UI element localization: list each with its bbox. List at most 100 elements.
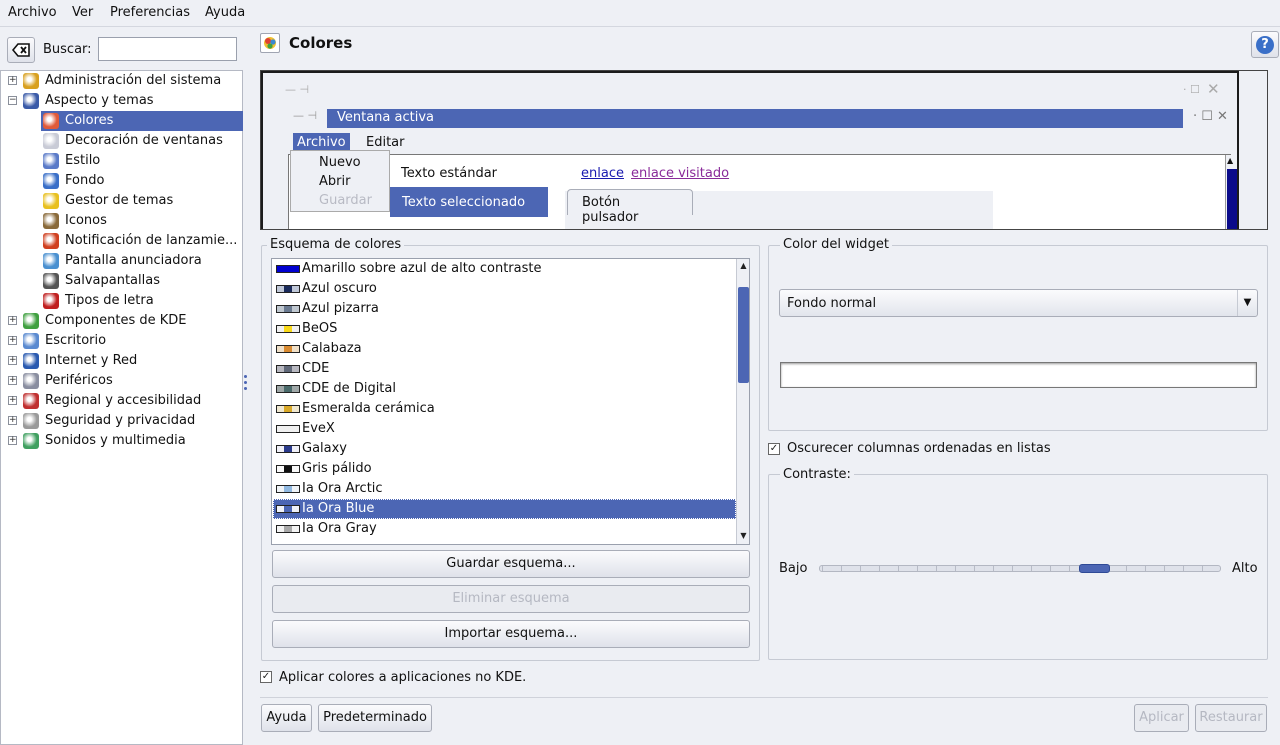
splitter-handle[interactable]: [243, 372, 249, 400]
search-input[interactable]: [98, 37, 237, 61]
tree-item-label: Regional y accesibilidad: [45, 393, 202, 408]
color-preview[interactable]: — ⊣ · ☐ ✕ — ⊣ Ventana activa · ☐ ✕ Archi…: [260, 70, 1268, 230]
scheme-list-item[interactable]: CDE: [273, 359, 736, 379]
tree-item-label: Gestor de temas: [65, 193, 174, 208]
widget-color-button[interactable]: [780, 362, 1257, 388]
tree-item[interactable]: Gestor de temas: [1, 191, 242, 211]
scheme-list-item[interactable]: Calabaza: [273, 339, 736, 359]
delete-scheme-button[interactable]: Eliminar esquema: [272, 585, 750, 613]
theme-manager-icon: [43, 193, 59, 209]
tree-expander-icon[interactable]: +: [8, 316, 17, 325]
reset-button[interactable]: Restaurar: [1195, 704, 1267, 732]
preview-title-buttons-left: — ⊣: [293, 109, 318, 122]
scheme-swatch: [276, 325, 300, 333]
tree-expander-icon[interactable]: +: [8, 336, 17, 345]
menu-ver[interactable]: Ver: [72, 5, 93, 20]
scheme-name: EveX: [302, 421, 335, 436]
help-footer-button[interactable]: Ayuda: [261, 704, 312, 732]
tree-item[interactable]: + Regional y accesibilidad: [1, 391, 242, 411]
tree-expander-icon[interactable]: +: [8, 396, 17, 405]
tree-expander-icon[interactable]: −: [8, 96, 17, 105]
scheme-name: Ia Ora Gray: [302, 521, 377, 536]
chevron-down-icon: ▼: [1237, 290, 1257, 316]
scheme-list-item[interactable]: Ia Ora Gray: [273, 519, 736, 539]
splash-screen-icon: [43, 253, 59, 269]
scroll-down-icon[interactable]: ▼: [738, 530, 749, 542]
scheme-list-item[interactable]: Esmeralda cerámica: [273, 399, 736, 419]
tree-item[interactable]: + Sonidos y multimedia: [1, 431, 242, 451]
tree-expander-icon[interactable]: +: [8, 436, 17, 445]
contrast-low-label: Bajo: [779, 561, 808, 576]
tree-item[interactable]: + Administración del sistema: [1, 71, 242, 91]
widget-select[interactable]: Fondo normal ▼: [779, 289, 1258, 317]
apply-non-kde-checkbox[interactable]: ✓: [260, 671, 272, 683]
scheme-list-item[interactable]: Galaxy: [273, 439, 736, 459]
scheme-list-item[interactable]: Azul oscuro: [273, 279, 736, 299]
tree-item[interactable]: Colores: [1, 111, 243, 131]
scheme-list-item[interactable]: EveX: [273, 419, 736, 439]
tree-item[interactable]: + Internet y Red: [1, 351, 242, 371]
scheme-list-item[interactable]: Amarillo sobre azul de alto contraste: [273, 259, 736, 279]
scroll-thumb[interactable]: [738, 287, 749, 383]
scheme-swatch: [276, 365, 300, 373]
tree-item[interactable]: − Aspecto y temas: [1, 91, 242, 111]
tree-item[interactable]: Fondo: [1, 171, 242, 191]
window-decoration-icon: [43, 133, 59, 149]
contrast-slider-handle[interactable]: [1079, 564, 1110, 573]
icons-icon: [43, 213, 59, 229]
save-scheme-button[interactable]: Guardar esquema...: [272, 550, 750, 578]
internet-icon: [23, 353, 39, 369]
menu-ayuda[interactable]: Ayuda: [205, 5, 245, 20]
tree-item[interactable]: Notificación de lanzamie...: [1, 231, 242, 251]
tree-expander-icon[interactable]: +: [8, 376, 17, 385]
contrast-slider-ticks: [822, 566, 1218, 571]
fonts-icon: [43, 293, 59, 309]
preview-menu-item: Nuevo: [319, 155, 361, 170]
menu-preferencias[interactable]: Preferencias: [110, 5, 190, 20]
scheme-name: Calabaza: [302, 341, 362, 356]
tree-item-label: Seguridad y privacidad: [45, 413, 196, 428]
tree-expander-icon[interactable]: +: [8, 416, 17, 425]
defaults-button[interactable]: Predeterminado: [318, 704, 432, 732]
tree-item[interactable]: + Seguridad y privacidad: [1, 411, 242, 431]
module-tree: + Administración del sistema − Aspecto y te…: [0, 70, 243, 745]
peripherals-icon: [23, 373, 39, 389]
tree-item[interactable]: + Componentes de KDE: [1, 311, 242, 331]
scheme-list-scrollbar[interactable]: ▲ ▼: [736, 259, 749, 544]
import-scheme-button[interactable]: Importar esquema...: [272, 620, 750, 648]
tree-item-label: Estilo: [65, 153, 101, 168]
shade-sorted-checkbox[interactable]: ✓: [768, 443, 780, 455]
scheme-list-item[interactable]: CDE de Digital: [273, 379, 736, 399]
scheme-group-title: Esquema de colores: [267, 237, 405, 252]
tree-item[interactable]: Iconos: [1, 211, 242, 231]
contrast-label: Contraste:: [780, 467, 854, 482]
screensaver-icon: [43, 273, 59, 289]
preview-right-edge: [1237, 71, 1267, 229]
apply-button[interactable]: Aplicar: [1134, 704, 1189, 732]
tree-item[interactable]: Tipos de letra: [1, 291, 242, 311]
tree-item[interactable]: + Escritorio: [1, 331, 242, 351]
security-icon: [23, 413, 39, 429]
scheme-list-item[interactable]: Gris pálido: [273, 459, 736, 479]
preview-push-button: Botón pulsador: [567, 189, 693, 225]
tree-item[interactable]: Estilo: [1, 151, 242, 171]
tree-item[interactable]: Salvapantallas: [1, 271, 242, 291]
scroll-up-icon[interactable]: ▲: [738, 260, 749, 272]
tree-item[interactable]: + Periféricos: [1, 371, 242, 391]
scheme-list-item[interactable]: Azul pizarra: [273, 299, 736, 319]
clear-search-button[interactable]: [7, 37, 35, 63]
scheme-list-item[interactable]: Ia Ora Blue: [273, 499, 736, 519]
help-button[interactable]: ?: [1251, 31, 1279, 58]
tree-expander-icon[interactable]: +: [8, 356, 17, 365]
tree-item[interactable]: Decoración de ventanas: [1, 131, 242, 151]
scheme-swatch: [276, 285, 300, 293]
scheme-list-item[interactable]: Ia Ora Arctic: [273, 479, 736, 499]
widget-color-group-title: Color del widget: [780, 237, 892, 252]
preview-menu-item-disabled: Guardar: [319, 193, 372, 208]
menu-archivo[interactable]: Archivo: [8, 5, 57, 20]
appearance-icon: [23, 93, 39, 109]
tree-item[interactable]: Pantalla anunciadora: [1, 251, 242, 271]
tree-expander-icon[interactable]: +: [8, 76, 17, 85]
scheme-list[interactable]: Amarillo sobre azul de alto contraste Azu…: [271, 258, 750, 545]
scheme-list-item[interactable]: BeOS: [273, 319, 736, 339]
